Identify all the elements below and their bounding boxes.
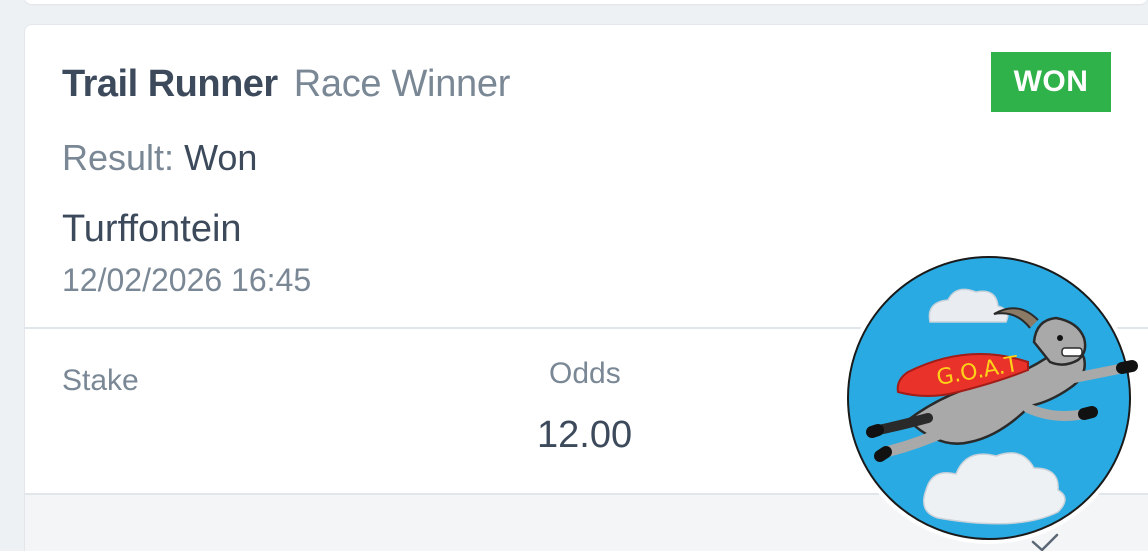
result-label: Result: (62, 137, 175, 178)
market-name: Race Winner (293, 63, 511, 105)
stake-label: Stake (62, 364, 139, 397)
previous-card-edge (24, 0, 1148, 4)
odds-value: 12.00 (537, 414, 633, 456)
goat-mascot-logo: G.O.A.T (843, 252, 1138, 544)
selection-name: Trail Runner (62, 63, 278, 105)
status-badge: WON (991, 52, 1111, 112)
bet-header: Trail Runner Race Winner (62, 63, 510, 106)
result-line: Result: Won (62, 137, 257, 179)
odds-label: Odds (549, 357, 621, 390)
result-value: Won (184, 137, 258, 178)
venue-name: Turffontein (62, 208, 242, 250)
event-datetime: 12/02/2026 16:45 (62, 262, 312, 298)
